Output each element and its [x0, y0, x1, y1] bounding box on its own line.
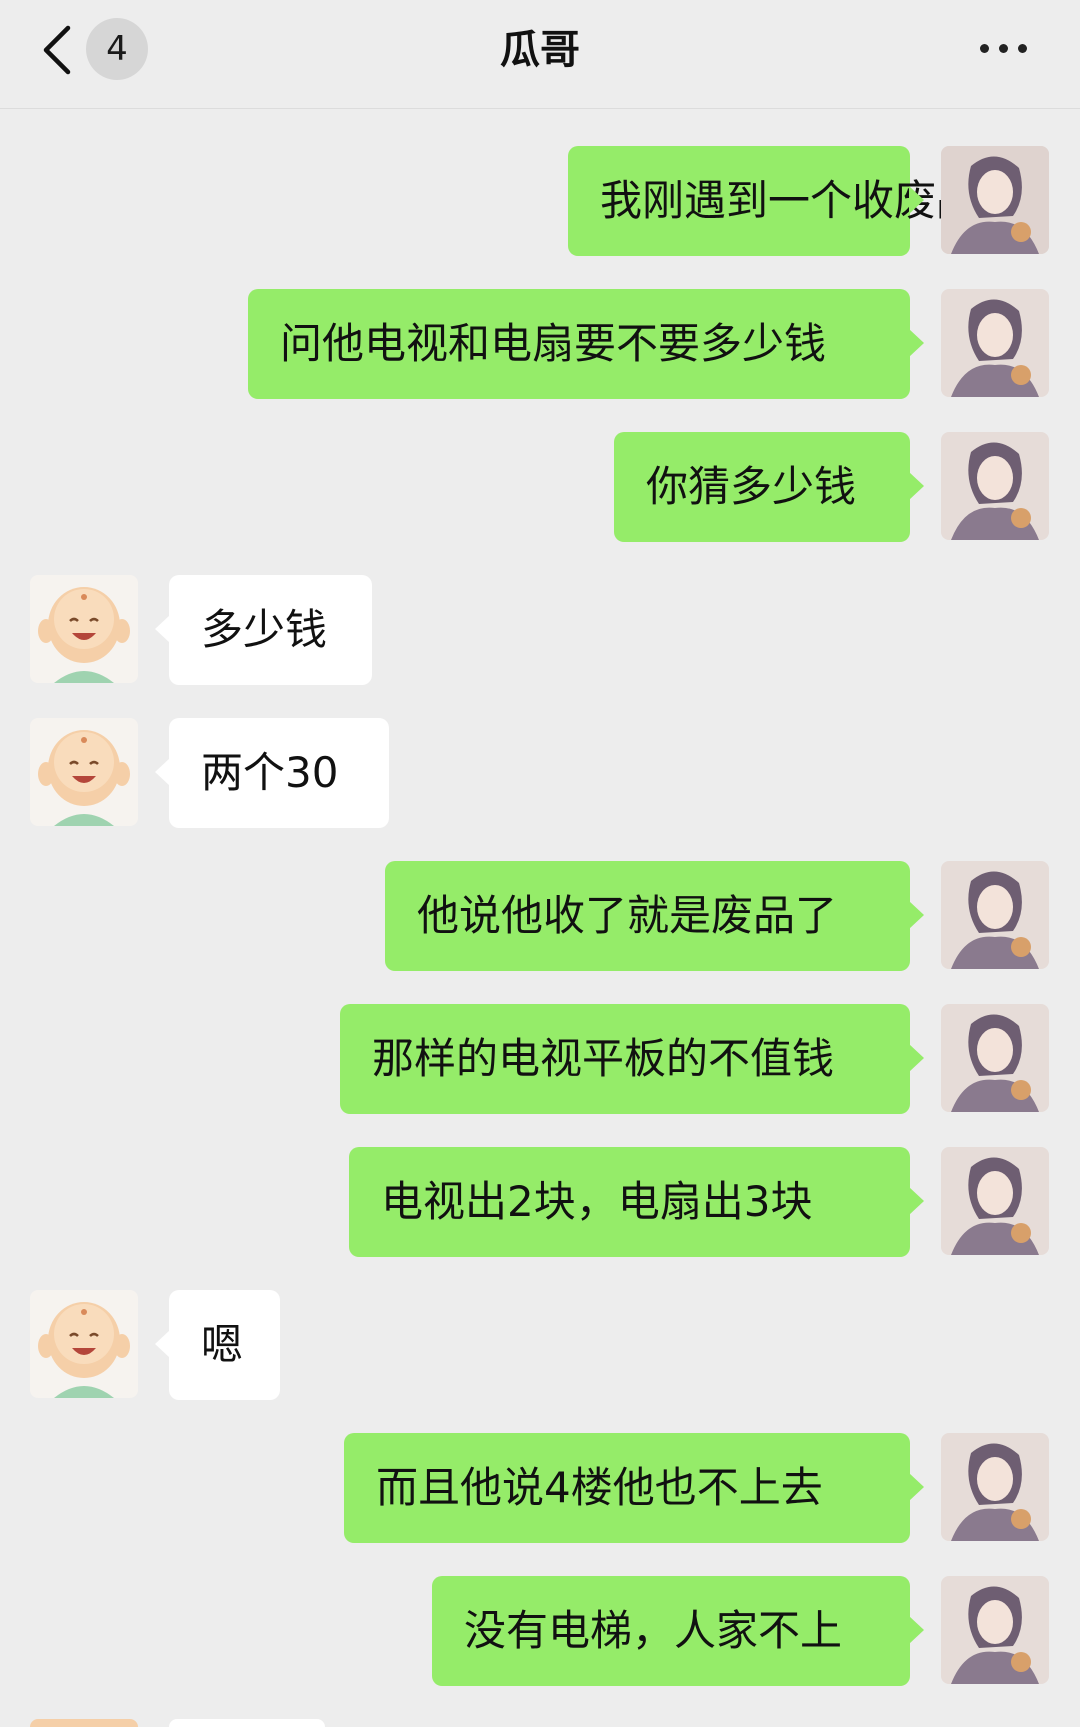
title-bar: 4 瓜哥: [0, 0, 1080, 109]
message-bubble[interactable]: 没有电梯，人家不上: [432, 1576, 924, 1686]
partial-bubble-bottom: [169, 1719, 325, 1727]
chevron-left-icon: [43, 25, 71, 75]
my-avatar[interactable]: [941, 1147, 1049, 1255]
contact-avatar[interactable]: [30, 718, 138, 826]
unread-count-badge: 4: [86, 18, 148, 80]
more-button[interactable]: [968, 22, 1038, 74]
message-bubble[interactable]: 嗯: [155, 1290, 280, 1400]
message-bubble[interactable]: 电视出2块，电扇出3块: [349, 1147, 924, 1257]
chat-title: 瓜哥: [500, 27, 580, 73]
message-bubble[interactable]: 多少钱: [155, 575, 372, 685]
partial-avatar-bottom: [30, 1719, 138, 1727]
my-avatar[interactable]: [941, 146, 1049, 254]
message-bubble[interactable]: 你猜多少钱: [614, 432, 924, 542]
my-avatar[interactable]: [941, 1433, 1049, 1541]
my-avatar[interactable]: [941, 289, 1049, 397]
my-avatar[interactable]: [941, 1576, 1049, 1684]
my-avatar[interactable]: [941, 1004, 1049, 1112]
my-avatar[interactable]: [941, 432, 1049, 540]
chat-area[interactable]: 我刚遇到一个收废品的 问他电视和电扇要不要多少钱 你猜多少钱 多少钱 两个30 …: [0, 0, 1080, 1727]
contact-avatar[interactable]: [30, 575, 138, 683]
message-bubble[interactable]: 他说他收了就是废品了: [385, 861, 924, 971]
contact-avatar[interactable]: [30, 1290, 138, 1398]
message-bubble[interactable]: 那样的电视平板的不值钱: [340, 1004, 924, 1114]
message-bubble[interactable]: 两个30: [155, 718, 389, 828]
message-bubble[interactable]: 问他电视和电扇要不要多少钱: [248, 289, 924, 399]
message-bubble[interactable]: 我刚遇到一个收废品的: [568, 146, 1020, 256]
message-bubble[interactable]: 而且他说4楼他也不上去: [344, 1433, 924, 1543]
my-avatar[interactable]: [941, 861, 1049, 969]
back-button[interactable]: 4: [38, 18, 148, 82]
